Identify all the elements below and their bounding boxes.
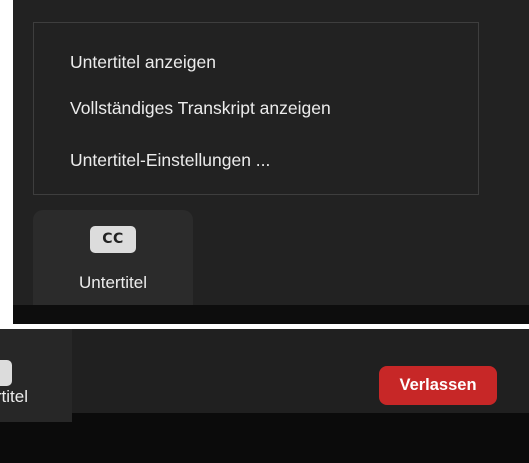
captions-button-partial[interactable]: Untertitel	[0, 329, 72, 422]
closed-captions-icon: CC	[90, 226, 136, 253]
captions-button-partial-label: Untertitel	[0, 387, 28, 406]
meeting-toolbar-crop: Untertitel Verlassen	[0, 329, 529, 463]
menu-item-show-full-transcript[interactable]: Vollständiges Transkript anzeigen	[70, 95, 331, 121]
menu-item-caption-settings[interactable]: Untertitel-Einstellungen ...	[70, 147, 270, 173]
captions-popup-panel: Untertitel anzeigen Vollständiges Transk…	[13, 0, 529, 324]
captions-button-label: Untertitel	[78, 273, 148, 292]
meeting-toolbar: Untertitel Verlassen	[0, 329, 529, 422]
meeting-toolbar-edge	[13, 305, 529, 324]
captions-menu: Untertitel anzeigen Vollständiges Transk…	[33, 22, 479, 195]
captions-button[interactable]: CC Untertitel	[33, 210, 193, 305]
closed-captions-icon	[0, 360, 12, 386]
leave-button[interactable]: Verlassen	[379, 366, 497, 405]
menu-item-show-captions[interactable]: Untertitel anzeigen	[70, 49, 216, 75]
